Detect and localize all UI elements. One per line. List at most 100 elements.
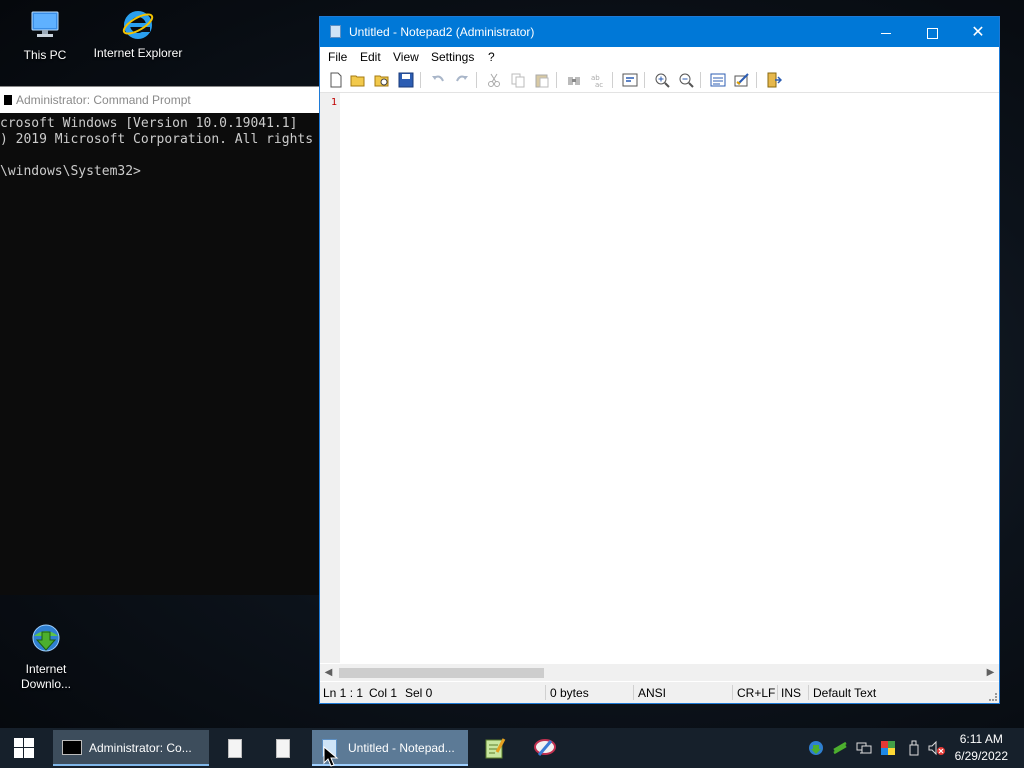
command-prompt-window[interactable]: Administrator: Command Prompt crosoft Wi… [0,86,320,595]
browse-icon[interactable] [374,72,390,88]
find-icon[interactable] [566,72,582,88]
console-prompt: \windows\System32> [0,164,141,179]
notepad-app-icon [330,25,341,38]
status-column: Col 1 [369,686,398,700]
zoom-out-icon[interactable] [678,72,694,88]
color-app-tray-icon[interactable] [880,740,896,756]
text-editor-area[interactable]: 1 [320,93,999,663]
taskbar-notepad-pinned[interactable] [474,730,518,766]
scrollbar-thumb[interactable] [339,668,544,678]
taskbar-button-label: Administrator: Co... [89,741,192,755]
toolbar-separator [476,72,477,88]
status-separator [545,685,546,700]
undo-icon[interactable] [430,72,446,88]
clock-time: 6:11 AM [959,732,1003,746]
menu-settings[interactable]: Settings [431,50,474,64]
command-prompt-icon [62,740,82,755]
network-icon[interactable] [856,740,872,756]
schemes-icon[interactable] [710,72,726,88]
minimize-button[interactable] [863,17,909,47]
clock-date: 6/29/2022 [954,749,1008,763]
toolbar: ab ac [320,68,999,93]
scroll-right-icon[interactable]: ▶ [982,664,999,681]
menu-help[interactable]: ? [488,50,495,64]
console-line: crosoft Windows [Version 10.0.19041.1] [0,116,298,131]
redo-icon[interactable] [454,72,470,88]
desktop-icon-this-pc[interactable]: This PC [0,8,93,62]
maximize-icon [926,27,938,39]
desktop-icon-internet-explorer[interactable]: Internet Explorer [90,6,186,60]
notepad2-titlebar[interactable]: Untitled - Notepad2 (Administrator) ✕ [320,17,999,47]
word-wrap-icon[interactable] [622,72,638,88]
status-bar: Ln 1 : 1 Col 1 Sel 0 0 bytes ANSI CR+LF … [320,682,999,703]
desktop-icon-label: Internet Explorer [93,46,183,60]
minimize-icon [881,32,891,34]
replace-icon[interactable]: ab ac [590,72,606,89]
save-icon[interactable] [398,72,414,88]
horizontal-scrollbar[interactable]: ◀ ▶ [320,664,999,681]
console-line: ) 2019 Microsoft Corporation. All rights [0,132,314,147]
file-icon [276,739,290,758]
windows-logo-icon [14,738,34,758]
new-file-icon[interactable] [328,72,344,88]
toolbar-separator [612,72,613,88]
volume-muted-icon[interactable] [928,740,945,756]
open-file-icon[interactable] [350,72,366,88]
desktop-icon-label: Internet Downlo... [20,662,72,691]
notepad2-window[interactable]: Untitled - Notepad2 (Administrator) ✕ Fi… [319,16,1000,704]
window-title: Untitled - Notepad2 (Administrator) [349,25,535,39]
status-selection: Sel 0 [405,686,433,700]
taskbar: Administrator: Co... Untitled - Notepad.… [0,728,1024,768]
paint-icon [534,739,556,756]
toolbar-separator [756,72,757,88]
zoom-in-icon[interactable] [654,72,670,88]
taskbar-file-1[interactable] [214,730,258,766]
status-file-size: 0 bytes [550,686,589,700]
taskbar-command-prompt[interactable]: Administrator: Co... [53,730,209,766]
download-manager-icon [28,622,64,658]
start-button[interactable] [0,730,48,766]
usb-device-icon[interactable] [906,740,922,756]
status-separator [777,685,778,700]
computer-icon [27,8,63,44]
status-scheme[interactable]: Default Text [813,686,876,700]
internet-explorer-icon [120,6,156,42]
customize-schemes-icon[interactable] [734,72,750,88]
cut-icon[interactable] [486,72,502,88]
desktop-icon-internet-download-manager[interactable]: Internet Downlo... [0,622,94,692]
notepad-pencil-icon [485,738,506,759]
menu-edit[interactable]: Edit [360,50,381,64]
status-line-ending[interactable]: CR+LF [737,686,775,700]
status-separator [808,685,809,700]
taskbar-button-label: Untitled - Notepad... [348,741,455,755]
toolbar-separator [644,72,645,88]
exit-icon[interactable] [766,72,783,88]
sync-tray-icon[interactable] [832,740,848,756]
toolbar-separator [700,72,701,88]
command-prompt-title: Administrator: Command Prompt [16,93,191,107]
status-insert-mode[interactable]: INS [781,686,801,700]
mouse-cursor-icon [323,746,339,767]
download-manager-tray-icon[interactable] [808,740,824,756]
line-number: 1 [330,97,337,108]
close-button[interactable]: ✕ [955,17,1001,47]
copy-icon[interactable] [510,72,526,88]
status-separator [633,685,634,700]
command-prompt-titlebar[interactable]: Administrator: Command Prompt [0,87,320,113]
maximize-button[interactable] [909,17,955,47]
command-prompt-icon [4,95,12,105]
command-prompt-output[interactable]: crosoft Windows [Version 10.0.19041.1]) … [0,113,320,180]
resize-grip-icon[interactable] [989,693,997,701]
status-encoding[interactable]: ANSI [638,686,666,700]
paste-icon[interactable] [534,72,550,88]
menu-file[interactable]: File [328,50,347,64]
file-icon [228,739,242,758]
system-clock[interactable]: 6:11 AM 6/29/2022 [955,731,1008,765]
svg-text:ac: ac [595,81,603,88]
taskbar-paint-tool[interactable] [524,730,568,766]
taskbar-file-2[interactable] [262,730,306,766]
menu-view[interactable]: View [393,50,419,64]
scroll-left-icon[interactable]: ◀ [320,664,337,681]
close-icon: ✕ [971,24,985,41]
